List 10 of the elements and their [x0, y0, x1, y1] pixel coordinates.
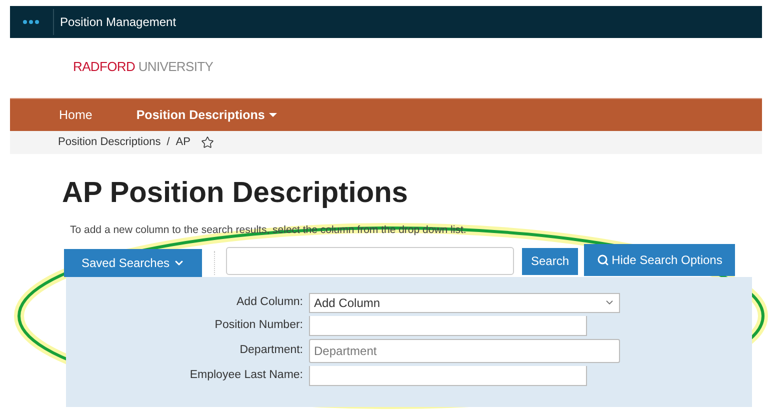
star-icon[interactable] [201, 136, 214, 149]
university-logo: RADFORD UNIVERSITY [73, 58, 214, 76]
nav-item[interactable]: Position Descriptions [136, 106, 277, 124]
breadcrumb-link[interactable]: Position Descriptions [58, 134, 161, 151]
nav-item[interactable]: Home [59, 106, 92, 124]
page-title: AP Position Descriptions [62, 176, 409, 210]
apps-menu-icon[interactable] [23, 20, 39, 24]
app-title: Position Management [60, 14, 176, 31]
breadcrumb-separator: / [166, 135, 170, 150]
breadcrumb-link[interactable]: AP [176, 134, 190, 151]
